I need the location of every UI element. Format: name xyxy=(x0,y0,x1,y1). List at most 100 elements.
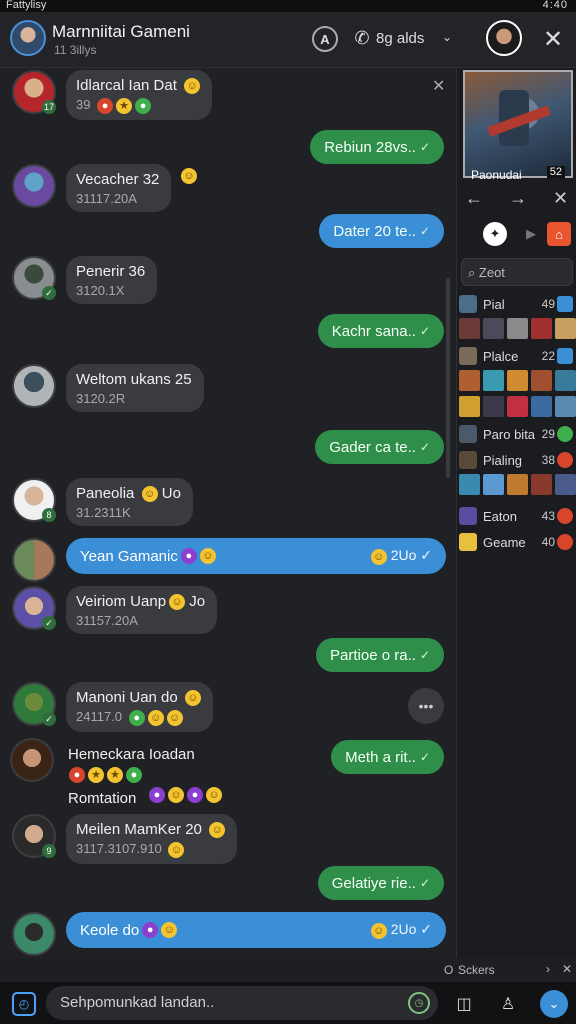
message-text: Rebiun 28vs.. xyxy=(324,138,416,156)
my-avatar[interactable] xyxy=(10,20,46,56)
incoming-message[interactable]: Weltom ukans 25 3120.2R xyxy=(66,364,204,412)
message-text: Yean Gamanic xyxy=(80,547,178,565)
outgoing-message[interactable]: Partioe o ra.. ✓ xyxy=(316,638,444,672)
avatar[interactable] xyxy=(12,164,56,208)
typing-indicator: ••• xyxy=(408,688,444,724)
game-icon xyxy=(459,533,477,551)
incoming-message[interactable]: Idlarcal Ian Dat ☺ 39 ● ★ ● xyxy=(66,70,213,120)
badge-icon[interactable] xyxy=(557,534,573,550)
game-banner[interactable]: Paonudai 52 xyxy=(463,70,573,182)
avatar[interactable] xyxy=(12,912,56,956)
highlighted-message[interactable]: Yean Gamanic ● ☺ ☺ 2Uo ✓ xyxy=(66,538,446,574)
outgoing-message[interactable]: Gelatiye rie.. ✓ xyxy=(317,866,444,900)
game-tiles[interactable] xyxy=(457,370,576,394)
message-meta: 24117.0 xyxy=(76,709,123,725)
avatar[interactable] xyxy=(10,738,54,782)
game-item[interactable]: Pial 49 xyxy=(457,292,576,316)
game-count: 29 xyxy=(541,427,555,441)
emoji-picker-icon[interactable]: ◷ xyxy=(408,992,430,1014)
emoji-icon: ● xyxy=(180,548,197,564)
badge-icon[interactable] xyxy=(557,426,573,442)
chat-header: Marnniitai Gameni 11 3illys A ✆ 8g alds … xyxy=(0,12,576,68)
game-item[interactable]: Pialing 38 xyxy=(457,448,576,472)
profile-icon[interactable]: A xyxy=(312,26,338,52)
game-tiles[interactable] xyxy=(457,396,576,420)
incoming-message[interactable]: Vecacher 32 31117.20A xyxy=(66,164,172,212)
close-icon[interactable]: ✕ xyxy=(540,26,566,53)
outgoing-message[interactable]: Dater 20 te.. ✓ xyxy=(319,214,444,248)
avatar[interactable]: 8 xyxy=(12,478,56,522)
banner-tag: 52 xyxy=(546,166,565,178)
chevron-down-icon[interactable]: ⌄ xyxy=(438,28,456,46)
incoming-message[interactable]: Penerir 36 3120.1X xyxy=(66,256,158,304)
incoming-message[interactable]: Veiriom Uanp ☺ Jo 31157.20A xyxy=(66,586,218,635)
game-tiles[interactable] xyxy=(457,474,576,498)
image-icon[interactable]: ◫ xyxy=(452,992,476,1016)
avatar[interactable]: ✓ xyxy=(12,586,56,630)
avatar[interactable]: ✓ xyxy=(12,256,56,300)
game-icon xyxy=(459,347,477,365)
status-time: 4:40 xyxy=(542,0,568,11)
incoming-message[interactable]: Meilen MamKer 20 ☺ 3117.3107.910 ☺ xyxy=(66,814,238,864)
game-icon xyxy=(459,451,477,469)
sender-name: Idlarcal Ian Dat xyxy=(76,77,177,94)
message-input[interactable]: Sehpomunkad landan.. ◷ xyxy=(46,986,438,1020)
side-search-input[interactable]: ⌕ Zeot xyxy=(461,258,573,286)
message-list[interactable]: ✕ 17 Idlarcal Ian Dat ☺ 39 ● ★ ● Rebiun 28… xyxy=(0,68,454,958)
avatar[interactable]: ✓ xyxy=(12,682,56,726)
dismiss-icon[interactable]: ✕ xyxy=(432,76,445,96)
incoming-message[interactable]: Paneolia ☺ Uo 31.2311K xyxy=(66,478,193,527)
badge-icon[interactable] xyxy=(557,452,573,468)
play-icon[interactable] xyxy=(557,296,573,312)
back-arrow-icon[interactable]: ← xyxy=(465,188,483,209)
play-icon[interactable] xyxy=(557,348,573,364)
message-meta: 31.2311K xyxy=(76,505,131,521)
incoming-message[interactable]: Manoni Uan do ☺ 24117.0 ● ☺ ☺ xyxy=(66,682,213,732)
game-side-panel: Paonudai 52 ← → ✕ ✦ ▶ ⌂ ⌕ Zeot Pial 49 P… xyxy=(456,68,576,958)
outgoing-message[interactable]: Meth a rit.. ✓ xyxy=(331,740,444,774)
forward-arrow-icon[interactable]: → xyxy=(509,188,527,209)
game-item[interactable]: Geame 40 xyxy=(457,530,576,554)
message-input-placeholder: Sehpomunkad landan.. xyxy=(60,994,215,1011)
call-label[interactable]: 8g alds xyxy=(376,30,424,47)
scrollbar[interactable] xyxy=(446,278,450,478)
check-icon: ✓ xyxy=(420,547,432,564)
emoji-icon: ☺ xyxy=(168,841,185,858)
message-meta: 3117.3107.910 xyxy=(76,841,162,857)
avatar[interactable]: 17 xyxy=(12,70,56,114)
game-tiles[interactable] xyxy=(457,318,576,342)
check-icon: ✓ xyxy=(420,921,432,938)
avatar[interactable] xyxy=(12,364,56,408)
sticker-icon[interactable]: ✦ xyxy=(483,222,507,246)
close-icon[interactable]: ✕ xyxy=(562,962,572,976)
game-count: 49 xyxy=(541,297,555,311)
contact-avatar[interactable] xyxy=(486,20,522,56)
play-icon[interactable]: ▶ xyxy=(519,222,543,246)
outgoing-message[interactable]: Gader ca te.. ✓ xyxy=(315,430,444,464)
message-text: Meth a rit.. xyxy=(345,748,416,766)
game-item[interactable]: Paro bita 29 xyxy=(457,422,576,446)
avatar[interactable] xyxy=(12,538,56,582)
message-meta: 31157.20A xyxy=(76,613,138,629)
close-icon[interactable]: ✕ xyxy=(553,188,568,209)
search-icon: ⌕ xyxy=(468,265,476,280)
message-text: Dater 20 te.. xyxy=(333,222,416,240)
badge-icon[interactable] xyxy=(557,508,573,524)
emoji-icon: ☺ xyxy=(169,594,186,611)
outgoing-message[interactable]: Rebiun 28vs.. ✓ xyxy=(310,130,444,164)
chevron-right-icon[interactable]: › xyxy=(546,962,550,976)
message-text: Partioe o ra.. xyxy=(330,646,416,664)
game-item[interactable]: Plalce 22 xyxy=(457,344,576,368)
phone-icon[interactable]: ✆ xyxy=(350,26,374,50)
home-icon[interactable]: ⌂ xyxy=(547,222,571,246)
highlighted-message[interactable]: Keole do ● ☺ ☺ 2Uo ✓ xyxy=(66,912,446,948)
check-icon: ✓ xyxy=(419,140,430,154)
send-button[interactable]: ⌄ xyxy=(540,990,568,1018)
attach-icon[interactable]: ◴ xyxy=(12,992,36,1016)
stickers-bar[interactable]: O Sckers › ✕ xyxy=(440,962,576,980)
person-icon[interactable]: ♙ xyxy=(496,992,520,1016)
avatar[interactable]: 9 xyxy=(12,814,56,858)
outgoing-message[interactable]: Kachr sana.. ✓ xyxy=(317,314,444,348)
game-item[interactable]: Eaton 43 xyxy=(457,504,576,528)
stickers-count-icon: O xyxy=(444,963,454,977)
